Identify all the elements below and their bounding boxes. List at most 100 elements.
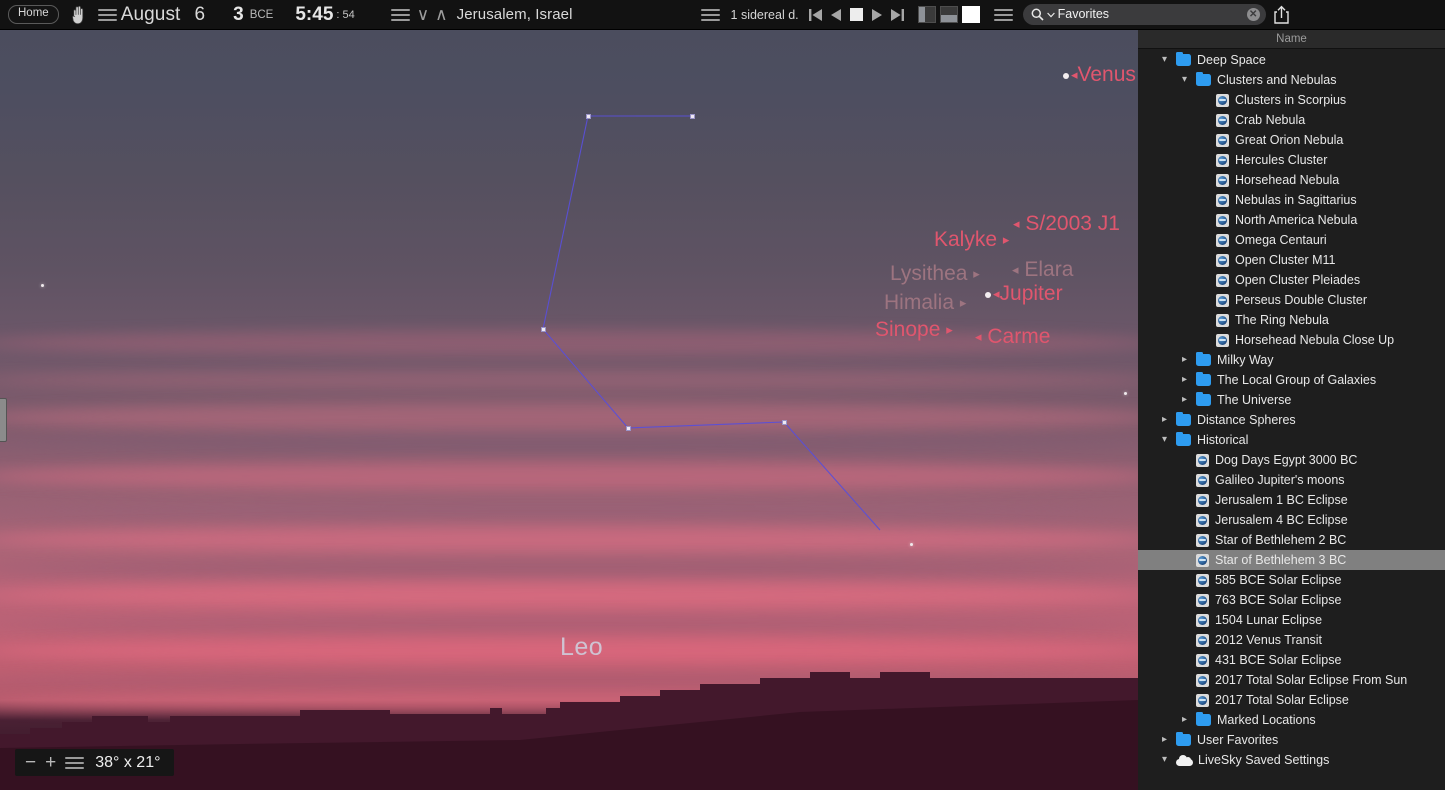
view-mode-full-button[interactable] xyxy=(962,6,980,23)
tree-item-document[interactable]: 763 BCE Solar Eclipse xyxy=(1138,590,1445,610)
step-back-icon[interactable] xyxy=(831,9,841,21)
home-button[interactable]: Home xyxy=(8,5,59,24)
tree-item-label: Galileo Jupiter's moons xyxy=(1215,473,1345,487)
tree-item-folder[interactable]: Distance Spheres xyxy=(1138,410,1445,430)
tree-item-folder[interactable]: Historical xyxy=(1138,430,1445,450)
latitude-chevron-down-icon[interactable]: ∨ xyxy=(417,6,429,23)
tree-item-document[interactable]: Jerusalem 1 BC Eclipse xyxy=(1138,490,1445,510)
search-value[interactable]: Favorites xyxy=(1058,8,1244,21)
sidebar-menu-icon[interactable] xyxy=(994,8,1013,22)
tree-item-document[interactable]: 2012 Venus Transit xyxy=(1138,630,1445,650)
tree-item-document[interactable]: 2017 Total Solar Eclipse From Sun xyxy=(1138,670,1445,690)
hand-tool-icon[interactable] xyxy=(70,5,88,25)
tree-item-document[interactable]: Dog Days Egypt 3000 BC xyxy=(1138,450,1445,470)
share-icon[interactable] xyxy=(1273,5,1290,24)
time-rate-menu-icon[interactable] xyxy=(701,8,720,22)
tree-item-folder[interactable]: The Universe xyxy=(1138,390,1445,410)
tree-item-document[interactable]: Horsehead Nebula xyxy=(1138,170,1445,190)
constellation-node xyxy=(586,114,591,119)
sky-label-himalia[interactable]: Himalia ▸ xyxy=(884,292,966,313)
view-mode-sidebar-left-button[interactable] xyxy=(918,6,936,23)
sky-label-s2003j1[interactable]: ◂ S/2003 J1 xyxy=(1013,213,1120,234)
tree-item-document[interactable]: Nebulas in Sagittarius xyxy=(1138,190,1445,210)
livesky-document-icon xyxy=(1196,654,1209,667)
sky-label-leo-constellation[interactable]: Leo xyxy=(560,635,603,660)
time-value[interactable]: 5:45 xyxy=(295,4,333,26)
day-value[interactable]: 6 xyxy=(194,4,205,26)
zoom-in-button[interactable]: + xyxy=(45,753,56,772)
sky-label-sinope[interactable]: Sinope ▸ xyxy=(875,319,953,340)
left-panel-handle[interactable] xyxy=(0,398,7,442)
tree-item-document[interactable]: Horsehead Nebula Close Up xyxy=(1138,330,1445,350)
sky-label-carme[interactable]: ◂ Carme xyxy=(975,326,1050,347)
sky-label-elara[interactable]: ◂ Elara xyxy=(1012,259,1073,280)
sky-label-kalyke[interactable]: Kalyke ▸ xyxy=(934,229,1009,250)
column-header-name[interactable]: Name xyxy=(1138,30,1445,49)
tree-item-label: Horsehead Nebula xyxy=(1235,173,1339,187)
tree-item-document[interactable]: Star of Bethlehem 2 BC xyxy=(1138,530,1445,550)
sky-label-jupiter[interactable]: ◂Jupiter xyxy=(985,283,1063,304)
time-rate-value[interactable]: 1 sidereal d. xyxy=(731,8,799,22)
chevron-right-icon[interactable] xyxy=(1178,395,1191,405)
tree-item-document[interactable]: The Ring Nebula xyxy=(1138,310,1445,330)
chevron-right-icon[interactable] xyxy=(1158,735,1171,745)
livesky-document-icon xyxy=(1196,634,1209,647)
skip-forward-icon[interactable] xyxy=(891,9,904,21)
tree-item-document[interactable]: 2017 Total Solar Eclipse xyxy=(1138,690,1445,710)
tree-item-document[interactable]: Hercules Cluster xyxy=(1138,150,1445,170)
clear-icon[interactable]: ✕ xyxy=(1247,8,1260,21)
tree-item-document[interactable]: 585 BCE Solar Eclipse xyxy=(1138,570,1445,590)
tree-item-document[interactable]: Great Orion Nebula xyxy=(1138,130,1445,150)
stop-icon[interactable] xyxy=(850,8,863,21)
search-icon[interactable] xyxy=(1031,8,1044,21)
tree-item-document[interactable]: Crab Nebula xyxy=(1138,110,1445,130)
tree-item-folder[interactable]: Clusters and Nebulas xyxy=(1138,70,1445,90)
chevron-right-icon[interactable] xyxy=(1178,715,1191,725)
month-value[interactable]: August xyxy=(121,4,181,26)
sky-label-lysithea[interactable]: Lysithea ▸ xyxy=(890,263,980,284)
tree-item-document[interactable]: Open Cluster Pleiades xyxy=(1138,270,1445,290)
tree-item-folder[interactable]: Milky Way xyxy=(1138,350,1445,370)
livesky-document-icon xyxy=(1196,614,1209,627)
search-chevron-down-icon[interactable] xyxy=(1047,12,1055,18)
date-menu-icon[interactable] xyxy=(98,8,117,22)
tree-item-document[interactable]: Clusters in Scorpius xyxy=(1138,90,1445,110)
tree-item-folder[interactable]: LiveSky Saved Settings xyxy=(1138,750,1445,770)
longitude-chevron-up-icon[interactable]: ∧ xyxy=(435,6,447,23)
tree-item-document[interactable]: Jerusalem 4 BC Eclipse xyxy=(1138,510,1445,530)
tree-item-folder[interactable]: User Favorites xyxy=(1138,730,1445,750)
tree-item-document[interactable]: Perseus Double Cluster xyxy=(1138,290,1445,310)
chevron-right-icon[interactable] xyxy=(1158,415,1171,425)
year-value[interactable]: 3 xyxy=(233,4,244,26)
location-menu-icon[interactable] xyxy=(391,8,410,22)
tree-item-document[interactable]: North America Nebula xyxy=(1138,210,1445,230)
chevron-down-icon[interactable] xyxy=(1178,75,1191,85)
tree-item-document[interactable]: Open Cluster M11 xyxy=(1138,250,1445,270)
tree-item-folder[interactable]: Marked Locations xyxy=(1138,710,1445,730)
seconds-value[interactable]: 54 xyxy=(342,9,354,21)
play-icon[interactable] xyxy=(872,9,882,21)
chevron-down-icon[interactable] xyxy=(1158,435,1171,445)
tree-item-folder[interactable]: The Local Group of Galaxies xyxy=(1138,370,1445,390)
tree-item-label: 2017 Total Solar Eclipse From Sun xyxy=(1215,673,1407,687)
search-field[interactable]: Favorites ✕ xyxy=(1023,4,1266,25)
zoom-out-button[interactable]: − xyxy=(25,753,36,772)
chevron-right-icon[interactable] xyxy=(1178,355,1191,365)
chevron-down-icon[interactable] xyxy=(1158,55,1171,65)
tree-item-document[interactable]: 431 BCE Solar Eclipse xyxy=(1138,650,1445,670)
era-value[interactable]: BCE xyxy=(250,9,274,21)
tree-item-folder[interactable]: Deep Space xyxy=(1138,50,1445,70)
skip-back-icon[interactable] xyxy=(809,9,822,21)
sky-view[interactable]: ◂Venus ◂ S/2003 J1 Kalyke ▸ Lysithea ▸ ◂… xyxy=(0,30,1138,790)
chevron-right-icon[interactable] xyxy=(1178,375,1191,385)
view-mode-split-bottom-button[interactable] xyxy=(940,6,958,23)
sky-label-venus[interactable]: ◂Venus xyxy=(1063,64,1136,85)
fov-menu-icon[interactable] xyxy=(65,756,84,770)
tree-item-document[interactable]: Star of Bethlehem 3 BC xyxy=(1138,550,1445,570)
carme-marker-icon: ◂ xyxy=(975,329,982,344)
chevron-down-icon[interactable] xyxy=(1158,755,1171,765)
location-value[interactable]: Jerusalem, Israel xyxy=(457,6,573,23)
tree-item-document[interactable]: Galileo Jupiter's moons xyxy=(1138,470,1445,490)
tree-item-document[interactable]: Omega Centauri xyxy=(1138,230,1445,250)
tree-item-document[interactable]: 1504 Lunar Eclipse xyxy=(1138,610,1445,630)
